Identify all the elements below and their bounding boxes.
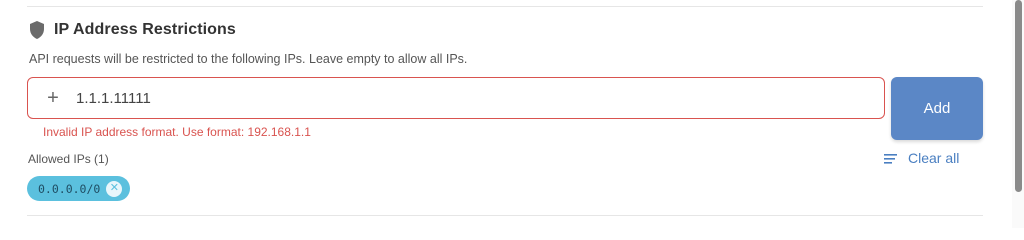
section-header: IP Address Restrictions bbox=[28, 20, 236, 40]
ip-address-input[interactable] bbox=[74, 88, 838, 108]
top-divider bbox=[27, 6, 983, 7]
error-message: Invalid IP address format. Use format: 1… bbox=[43, 125, 311, 139]
scrollbar-thumb[interactable] bbox=[1015, 0, 1022, 192]
ip-input-container[interactable]: + bbox=[27, 77, 885, 119]
add-button[interactable]: Add bbox=[891, 77, 983, 140]
clear-list-icon bbox=[884, 152, 898, 164]
section-description: API requests will be restricted to the f… bbox=[29, 52, 468, 66]
ip-chip-label: 0.0.0.0/0 bbox=[38, 181, 101, 196]
remove-ip-icon[interactable]: ✕ bbox=[106, 180, 123, 197]
bottom-divider bbox=[27, 215, 983, 216]
clear-all-label: Clear all bbox=[908, 150, 960, 166]
section-title: IP Address Restrictions bbox=[54, 21, 236, 38]
shield-icon bbox=[28, 20, 46, 40]
clear-all-button[interactable]: Clear all bbox=[884, 150, 959, 166]
plus-icon: + bbox=[47, 87, 59, 109]
allowed-ips-label: Allowed IPs (1) bbox=[28, 152, 109, 166]
ip-restrictions-panel: IP Address Restrictions API requests wil… bbox=[0, 0, 1024, 228]
ip-chip: 0.0.0.0/0 ✕ bbox=[27, 176, 131, 201]
